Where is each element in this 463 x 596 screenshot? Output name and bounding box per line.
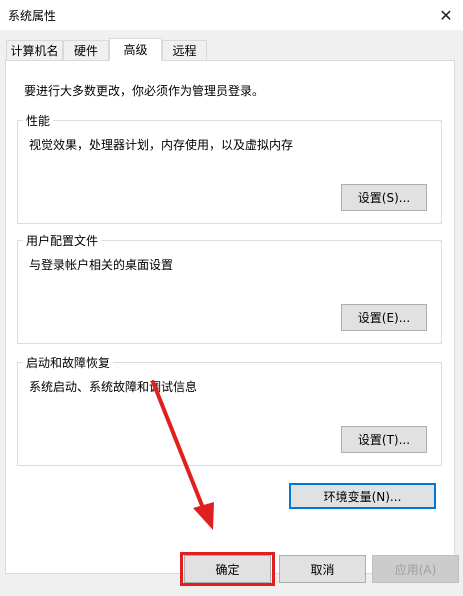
startup-recovery-settings-button[interactable]: 设置(T)... <box>341 426 427 453</box>
tab-hardware[interactable]: 硬件 <box>63 40 109 60</box>
performance-description: 视觉效果，处理器计划，内存使用，以及虚拟内存 <box>29 138 294 152</box>
user-profiles-group: 用户配置文件 与登录帐户相关的桌面设置 设置(E)... <box>17 232 442 344</box>
startup-recovery-description: 系统启动、系统故障和调试信息 <box>29 380 198 394</box>
startup-recovery-group-title: 启动和故障恢复 <box>23 354 114 371</box>
window-title: 系统属性 <box>8 9 57 23</box>
title-bar: 系统属性 ✕ <box>0 0 463 30</box>
tab-computer-name[interactable]: 计算机名 <box>6 40 63 60</box>
cancel-button[interactable]: 取消 <box>279 555 366 583</box>
performance-group-title: 性能 <box>23 112 54 129</box>
user-profiles-group-title: 用户配置文件 <box>23 232 102 249</box>
dialog-client: 计算机名 硬件 高级 远程 要进行大多数更改，你必须作为管理员登录。 性能 视觉… <box>0 30 463 596</box>
close-button[interactable]: ✕ <box>429 0 463 30</box>
tab-advanced[interactable]: 高级 <box>109 38 162 61</box>
performance-group: 性能 视觉效果，处理器计划，内存使用，以及虚拟内存 设置(S)... <box>17 112 442 224</box>
admin-notice: 要进行大多数更改，你必须作为管理员登录。 <box>24 84 265 98</box>
user-profiles-settings-button[interactable]: 设置(E)... <box>341 304 427 331</box>
ok-button[interactable]: 确定 <box>184 555 271 583</box>
performance-settings-button[interactable]: 设置(S)... <box>341 184 427 211</box>
user-profiles-description: 与登录帐户相关的桌面设置 <box>29 258 174 272</box>
environment-variables-button[interactable]: 环境变量(N)... <box>289 483 436 509</box>
apply-button[interactable]: 应用(A) <box>372 555 459 583</box>
startup-recovery-group: 启动和故障恢复 系统启动、系统故障和调试信息 设置(T)... <box>17 354 442 466</box>
tab-remote[interactable]: 远程 <box>162 40 207 60</box>
close-icon: ✕ <box>439 5 453 25</box>
